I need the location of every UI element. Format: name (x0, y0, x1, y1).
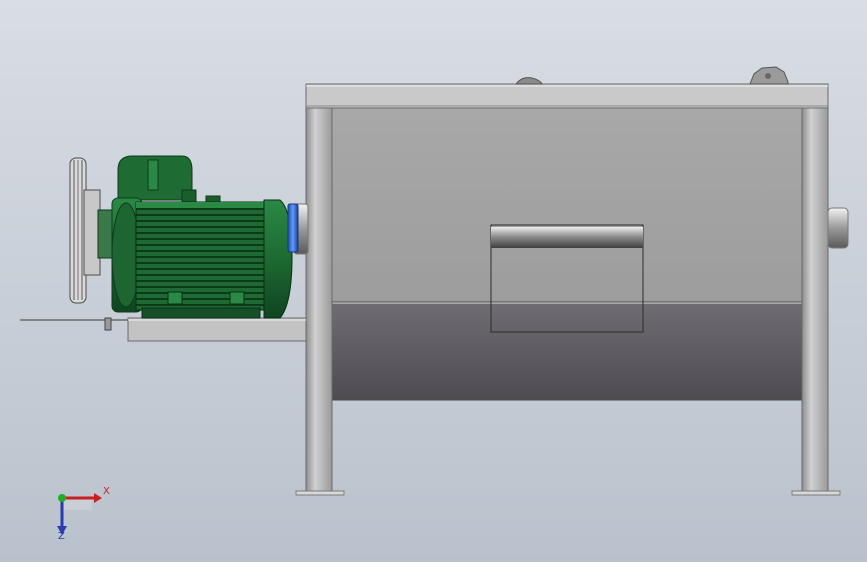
mixer-shaft (491, 227, 643, 248)
axis-x-label: X (103, 486, 110, 497)
bearing-housing-right (749, 66, 789, 85)
axis-z-label: Z (58, 531, 65, 542)
coordinate-triad[interactable] (57, 493, 102, 535)
cad-viewport[interactable]: X Z (0, 0, 867, 562)
y-axis-dot (58, 494, 66, 502)
motor-body (135, 201, 267, 311)
motor-base-plate (127, 317, 307, 342)
motor-flange (287, 203, 299, 253)
bearing-bolt-left (514, 77, 543, 85)
tank-upper-body (329, 107, 803, 303)
cad-model-view[interactable] (0, 0, 867, 562)
shaft-stub-right (827, 207, 849, 249)
tank-lower-body (331, 301, 803, 401)
drive-pulley[interactable] (69, 157, 113, 304)
gear-motor[interactable] (69, 155, 299, 331)
mixer-tank[interactable] (305, 66, 829, 401)
top-cover (305, 83, 829, 109)
